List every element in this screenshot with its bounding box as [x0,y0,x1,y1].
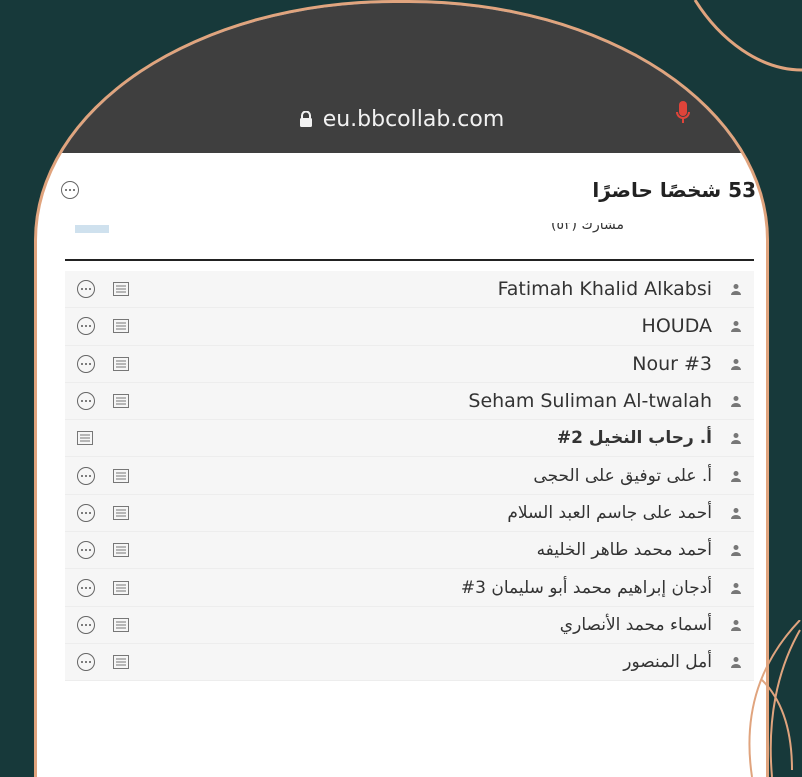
participant-actions [77,317,167,336]
more-options-icon[interactable] [77,541,95,560]
participant-name: أدجان إبراهيم محمد أبو سليمان 3# [460,577,712,598]
lock-icon [299,111,312,127]
participant-actions [77,503,167,522]
participant-name: Nour #3 [632,352,712,375]
user-icon [731,396,741,408]
user-icon [731,470,741,482]
participant-name: أ. على توفيق على الحجى [533,465,712,486]
participant-name-group: Nour #3 [632,353,742,375]
participant-actions [77,653,167,672]
more-options-icon[interactable] [77,280,95,299]
participant-name-group: أحمد على جاسم العبد السلام [507,503,742,523]
participant-row[interactable]: أحمد محمد طاهر الخليفه [65,532,754,570]
more-options-icon[interactable] [77,354,95,373]
more-options-icon[interactable] [77,503,95,522]
user-icon [731,321,741,333]
user-icon [731,358,741,370]
participant-list: Fatimah Khalid Alkabsi HOUDA Nour #3 Seham … [65,271,754,682]
user-icon [731,545,741,557]
address-url-row[interactable]: eu.bbcollab.com [37,99,766,139]
microphone-icon[interactable] [676,101,690,125]
more-options-icon[interactable] [77,615,95,634]
user-icon [731,284,741,296]
participant-name-group: HOUDA [642,315,742,337]
participant-name-group: أدجان إبراهيم محمد أبو سليمان 3# [461,578,742,598]
attendees-count-title: 53 شخصًا حاضرًا [592,178,756,202]
more-options-icon[interactable] [77,653,95,672]
participant-row[interactable]: أسماء محمد الأنصاري [65,606,754,644]
panel-more-options-icon[interactable] [61,181,79,199]
participant-actions [77,280,167,299]
participant-name-group: أ. رحاب النخيل 2# [557,428,742,448]
chat-list-icon[interactable] [113,655,129,670]
participant-name: أمل المنصور [623,652,712,673]
participant-name-group: أحمد محمد طاهر الخليفه [537,540,742,560]
chat-list-icon[interactable] [113,319,129,334]
chat-list-icon[interactable] [113,394,129,409]
more-options-icon[interactable] [77,392,95,411]
address-url[interactable]: eu.bbcollab.com [323,107,505,132]
attendees-header: 53 شخصًا حاضرًا [37,155,766,225]
participant-actions [77,354,167,373]
more-options-icon[interactable] [77,317,95,336]
participant-row[interactable]: HOUDA [65,308,754,346]
chat-list-icon[interactable] [113,282,129,297]
user-icon [731,507,741,519]
participant-actions [77,431,167,446]
device-screen-frame: eu.bbcollab.com 53 شخصًا حاضرًا مشارك (٥… [34,0,769,777]
participant-name: أ. رحاب النخيل 2# [556,428,712,449]
chat-list-icon[interactable] [113,356,129,371]
participant-actions [77,578,167,597]
participants-section-header: مشارك (٥٣) [65,223,754,261]
participant-row[interactable]: Seham Suliman Al-twalah [65,382,754,421]
chat-list-icon[interactable] [113,468,129,483]
user-icon [731,582,741,594]
user-icon [731,433,741,445]
participant-name-group: Seham Suliman Al-twalah [468,390,742,412]
chat-list-icon[interactable] [113,543,129,558]
section-label: مشارك (٥٣) [551,223,624,233]
participant-actions [77,466,167,485]
participant-row[interactable]: Fatimah Khalid Alkabsi [65,271,754,309]
section-badge [75,225,109,233]
user-icon [731,657,741,669]
chat-list-icon[interactable] [113,580,129,595]
chat-list-icon[interactable] [113,505,129,520]
participant-name: Seham Suliman Al-twalah [468,390,712,413]
participant-name: أحمد محمد طاهر الخليفه [536,540,712,561]
participant-row[interactable]: أمل المنصور [65,643,754,682]
browser-address-bar: eu.bbcollab.com [37,3,766,153]
participant-actions [77,615,167,634]
participant-row[interactable]: أ. رحاب النخيل 2# [65,420,754,458]
chat-list-icon[interactable] [113,617,129,632]
participant-name-group: أ. على توفيق على الحجى [533,466,742,486]
user-icon [731,619,741,631]
participant-name: أحمد على جاسم العبد السلام [507,502,712,523]
participant-name-group: Fatimah Khalid Alkabsi [498,278,742,300]
participant-row[interactable]: أ. على توفيق على الحجى [65,457,754,495]
participant-name: أسماء محمد الأنصاري [559,614,712,635]
participant-name-group: أسماء محمد الأنصاري [560,615,742,635]
chat-list-icon[interactable] [77,431,93,446]
more-options-icon[interactable] [77,578,95,597]
participant-actions [77,541,167,560]
participant-name-group: أمل المنصور [623,652,742,672]
participant-name: Fatimah Khalid Alkabsi [497,278,712,301]
participant-name: HOUDA [641,315,712,338]
participant-actions [77,392,167,411]
more-options-icon[interactable] [77,466,95,485]
participant-row[interactable]: أدجان إبراهيم محمد أبو سليمان 3# [65,569,754,607]
participant-row[interactable]: Nour #3 [65,345,754,383]
participant-row[interactable]: أحمد على جاسم العبد السلام [65,494,754,533]
